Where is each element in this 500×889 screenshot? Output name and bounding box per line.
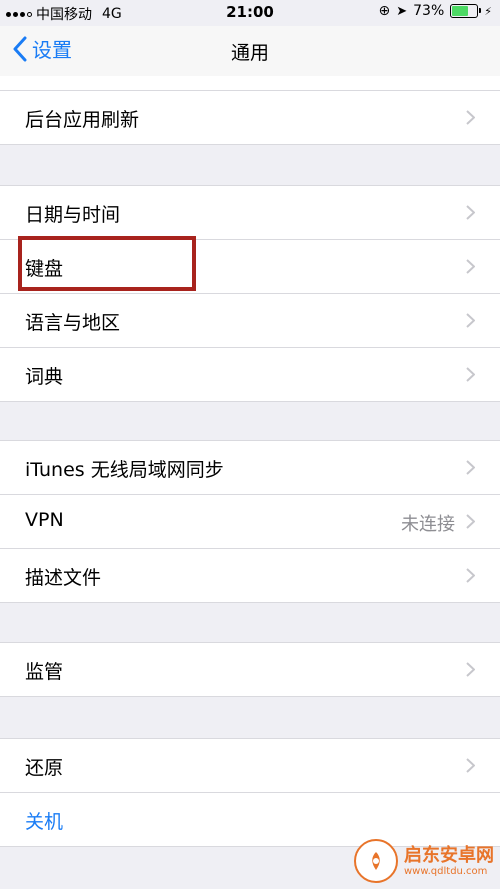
watermark-url: www.qdltdu.com xyxy=(404,865,488,877)
chevron-right-icon xyxy=(466,568,475,583)
watermark-logo-icon xyxy=(354,839,398,883)
row-label: 还原 xyxy=(25,757,64,779)
row-shut-down[interactable]: 关机 xyxy=(0,792,500,846)
row-label: 日期与时间 xyxy=(25,204,121,226)
scrolled-row-fragment xyxy=(0,76,500,91)
shut-down-label: 关机 xyxy=(25,811,64,833)
row-itunes-wifi-sync[interactable]: iTunes 无线局域网同步 xyxy=(0,441,500,494)
location-icon: ➤ xyxy=(396,3,408,19)
row-date-time[interactable]: 日期与时间 xyxy=(0,186,500,239)
battery-icon xyxy=(450,4,482,18)
status-bar: 中国移动 4G 21:00 ⊕ ➤ 73% ⚡ xyxy=(0,0,500,26)
watermark: 启东安卓网 www.qdltdu.com xyxy=(354,839,494,883)
navigation-bar: 设置 通用 xyxy=(0,26,500,76)
group-reset: 还原 关机 xyxy=(0,738,500,847)
chevron-right-icon xyxy=(466,313,475,328)
row-label: iTunes 无线局域网同步 xyxy=(25,459,224,481)
group-system: 日期与时间 键盘 语言与地区 词典 xyxy=(0,185,500,402)
chevron-right-icon xyxy=(466,259,475,274)
row-label: 后台应用刷新 xyxy=(25,109,140,131)
watermark-text: 启东安卓网 www.qdltdu.com xyxy=(404,844,494,877)
chevron-right-icon xyxy=(466,514,475,529)
row-label: 语言与地区 xyxy=(25,312,121,334)
page-title: 通用 xyxy=(230,42,269,64)
row-label: VPN xyxy=(25,509,64,531)
chevron-right-icon xyxy=(466,367,475,382)
group-background: 后台应用刷新 xyxy=(0,90,500,145)
chevron-right-icon xyxy=(466,110,475,125)
battery-percent: 73% xyxy=(413,3,445,19)
row-label: 词典 xyxy=(25,366,64,388)
charging-icon: ⚡ xyxy=(484,4,492,18)
annotation-highlight-box xyxy=(18,236,196,291)
group-supervision: 监管 xyxy=(0,642,500,697)
row-label: 监管 xyxy=(25,661,64,683)
row-language-region[interactable]: 语言与地区 xyxy=(0,293,500,347)
row-label: 描述文件 xyxy=(25,567,102,589)
row-supervision[interactable]: 监管 xyxy=(0,643,500,696)
group-sync: iTunes 无线局域网同步 VPN 未连接 描述文件 xyxy=(0,440,500,603)
status-right: ⊕ ➤ 73% ⚡ xyxy=(379,3,493,19)
chevron-right-icon xyxy=(466,662,475,677)
row-profiles[interactable]: 描述文件 xyxy=(0,548,500,602)
chevron-right-icon xyxy=(466,758,475,773)
row-reset[interactable]: 还原 xyxy=(0,739,500,792)
orientation-lock-icon: ⊕ xyxy=(378,3,391,19)
row-vpn[interactable]: VPN 未连接 xyxy=(0,494,500,548)
row-dictionary[interactable]: 词典 xyxy=(0,347,500,401)
row-background-app-refresh[interactable]: 后台应用刷新 xyxy=(0,91,500,144)
chevron-right-icon xyxy=(466,460,475,475)
watermark-name: 启东安卓网 xyxy=(404,844,494,866)
chevron-right-icon xyxy=(466,205,475,220)
vpn-status: 未连接 xyxy=(401,514,455,535)
